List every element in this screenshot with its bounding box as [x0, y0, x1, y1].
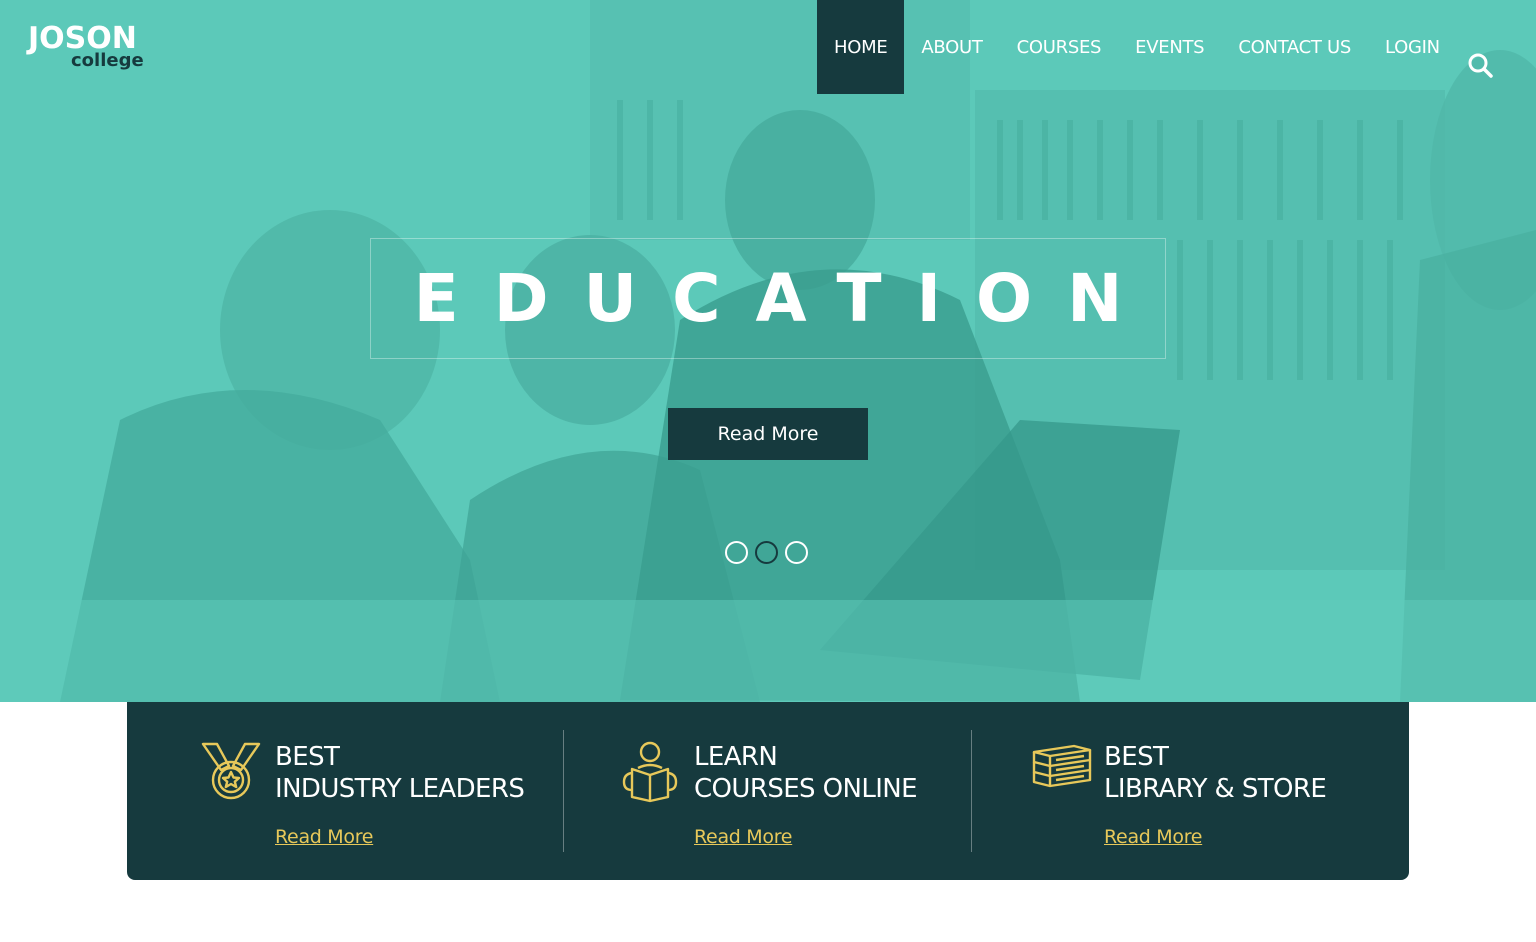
hero-title-frame: EDUCATION: [370, 238, 1166, 359]
reader-icon: [618, 740, 682, 809]
search-icon[interactable]: [1466, 51, 1494, 79]
feature-title-line2: INDUSTRY LEADERS: [275, 774, 525, 804]
feature-read-more-link[interactable]: Read More: [275, 826, 373, 848]
logo-subtitle: college: [71, 50, 144, 71]
feature-title-line2: LIBRARY & STORE: [1104, 774, 1327, 804]
feature-title-line2: COURSES ONLINE: [694, 774, 918, 804]
feature-industry-leaders: BEST INDUSTRY LEADERS Read More: [127, 702, 563, 880]
hero-slider: JOSON college HOME ABOUT COURSES EVENTS …: [0, 0, 1536, 702]
feature-title-line1: LEARN: [694, 742, 778, 772]
medal-icon: [199, 740, 263, 809]
nav-login[interactable]: LOGIN: [1368, 0, 1457, 94]
nav-home[interactable]: HOME: [817, 0, 905, 94]
nav-courses[interactable]: COURSES: [1000, 0, 1119, 94]
hero-read-more-button[interactable]: Read More: [668, 408, 868, 460]
nav-about[interactable]: ABOUT: [904, 0, 999, 94]
books-icon: [1030, 740, 1094, 809]
features-bar: BEST INDUSTRY LEADERS Read More LEARN CO…: [127, 702, 1409, 880]
feature-title-line1: BEST: [1104, 742, 1169, 772]
feature-library-store: BEST LIBRARY & STORE Read More: [972, 702, 1409, 880]
slider-dot-2[interactable]: [755, 541, 778, 564]
slider-dot-1[interactable]: [725, 541, 748, 564]
slider-dot-3[interactable]: [785, 541, 808, 564]
main-navigation: HOME ABOUT COURSES EVENTS CONTACT US LOG…: [817, 0, 1457, 94]
feature-title-line1: BEST: [275, 742, 340, 772]
feature-courses-online: LEARN COURSES ONLINE Read More: [564, 702, 971, 880]
nav-contact-us[interactable]: CONTACT US: [1221, 0, 1368, 94]
slider-pagination: [725, 541, 808, 566]
feature-read-more-link[interactable]: Read More: [694, 826, 792, 848]
hero-title: EDUCATION: [413, 260, 1158, 337]
feature-read-more-link[interactable]: Read More: [1104, 826, 1202, 848]
nav-events[interactable]: EVENTS: [1118, 0, 1221, 94]
college-logo[interactable]: JOSON college: [28, 24, 148, 74]
